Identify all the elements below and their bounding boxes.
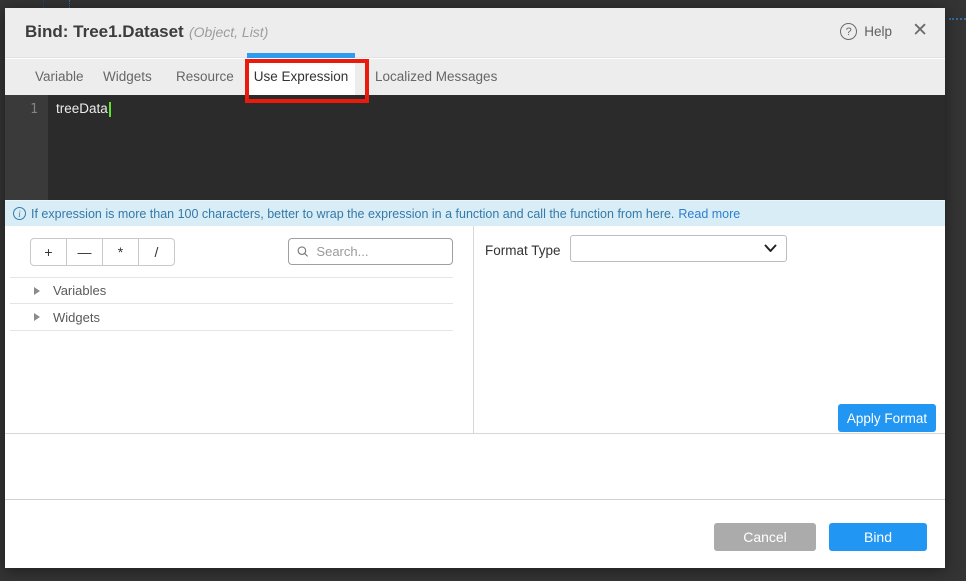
tab-variable[interactable]: Variable [35, 59, 84, 95]
format-type-select[interactable] [570, 235, 787, 262]
dialog-subtitle: (Object, List) [189, 24, 268, 40]
expression-code-editor[interactable]: 1 treeData [5, 95, 945, 200]
search-box [288, 238, 453, 265]
active-tab-indicator [247, 53, 355, 58]
tree-node-label: Variables [53, 283, 106, 298]
editor-gutter: 1 [5, 95, 48, 200]
operator-divide-button[interactable]: / [138, 238, 175, 266]
info-icon: i [13, 207, 26, 220]
bind-button[interactable]: Bind [829, 523, 927, 551]
tab-localized-messages[interactable]: Localized Messages [375, 59, 497, 95]
caret-right-icon [34, 287, 40, 295]
search-input[interactable] [314, 243, 444, 260]
backdrop-artifact [69, 0, 70, 8]
binding-source-tree: Variables Widgets [10, 277, 453, 331]
tab-use-expression[interactable]: Use Expression [247, 59, 355, 95]
dialog-header: Bind: Tree1.Dataset (Object, List) ? Hel… [5, 8, 945, 58]
info-message: If expression is more than 100 character… [31, 207, 674, 221]
backdrop-selection-dotted-line [949, 18, 966, 20]
help-button[interactable]: ? Help [840, 23, 892, 40]
dialog-tabbar: Variable Widgets Resource Use Expression… [5, 59, 945, 95]
caret-right-icon [34, 313, 40, 321]
info-bar: i If expression is more than 100 charact… [5, 200, 945, 226]
panel-divider [473, 226, 474, 433]
tree-node-variables[interactable]: Variables [10, 277, 453, 304]
designer-backdrop: Bind: Tree1.Dataset (Object, List) ? Hel… [0, 0, 966, 581]
operator-multiply-button[interactable]: * [102, 238, 139, 266]
close-icon[interactable]: ✕ [912, 21, 928, 40]
expression-code-line[interactable]: treeData [56, 101, 111, 117]
empty-preview-area [5, 435, 945, 500]
tab-widgets[interactable]: Widgets [103, 59, 152, 95]
tree-node-label: Widgets [53, 310, 100, 325]
operator-minus-button[interactable]: — [66, 238, 103, 266]
bind-dialog: Bind: Tree1.Dataset (Object, List) ? Hel… [5, 8, 945, 568]
tree-node-widgets[interactable]: Widgets [10, 304, 453, 331]
expression-builder-panels: + — * / Variables Widgets [5, 226, 945, 434]
operator-plus-button[interactable]: + [30, 238, 67, 266]
apply-format-button[interactable]: Apply Format [838, 404, 936, 432]
format-type-label: Format Type [485, 243, 561, 258]
tab-resource[interactable]: Resource [176, 59, 234, 95]
backdrop-artifact [43, 0, 44, 8]
expression-text: treeData [56, 101, 108, 116]
line-number: 1 [5, 102, 38, 117]
text-cursor [109, 102, 111, 117]
chevron-down-icon [764, 244, 777, 253]
help-icon: ? [840, 23, 857, 40]
dialog-footer: Cancel Bind [5, 501, 945, 568]
search-icon [297, 245, 308, 258]
dialog-title: Bind: Tree1.Dataset [25, 22, 184, 42]
read-more-link[interactable]: Read more [678, 207, 740, 221]
operator-button-group: + — * / [30, 238, 175, 266]
cancel-button[interactable]: Cancel [714, 523, 816, 551]
help-label: Help [864, 24, 892, 39]
